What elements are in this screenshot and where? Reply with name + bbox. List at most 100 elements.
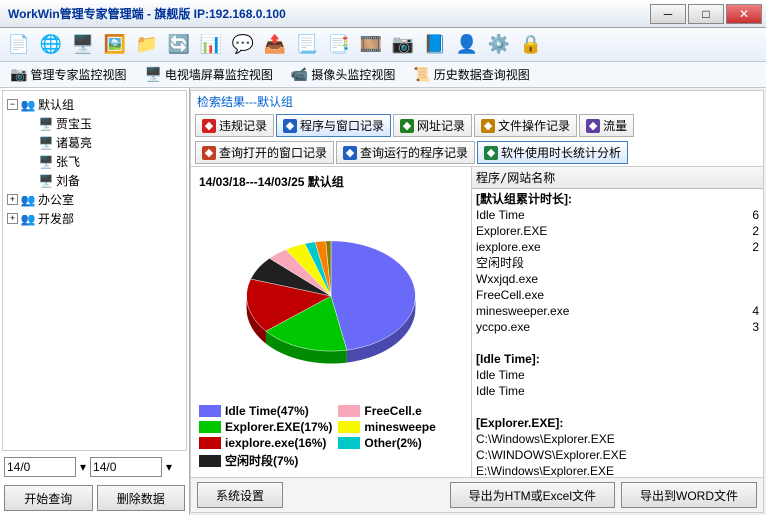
legend-row: minesweepe — [338, 420, 463, 434]
tab-label: 文件操作记录 — [498, 117, 570, 134]
toolbar-icon-1[interactable]: 📄 — [6, 32, 32, 58]
toolbar-icon-screens[interactable]: 🖼️ — [102, 32, 128, 58]
node-icon: 🖥️ — [38, 136, 54, 150]
toolbar-icon-chart[interactable]: 📊 — [198, 32, 224, 58]
tree-node[interactable]: 🖥️诸葛亮 — [5, 133, 184, 152]
tab-label: 流量 — [603, 117, 627, 134]
close-button[interactable]: ✕ — [726, 4, 762, 24]
tab-查询运行的程序记录[interactable]: ◆查询运行的程序记录 — [336, 141, 475, 164]
list-item[interactable]: Idle Time — [476, 367, 759, 383]
viewtab-history[interactable]: 📜历史数据查询视图 — [409, 64, 533, 85]
toolbar-icon-globe[interactable]: 🌐 — [38, 32, 64, 58]
legend-row: Other(2%) — [338, 436, 463, 450]
toolbar-icon-send[interactable]: 📤 — [262, 32, 288, 58]
node-label: 贾宝玉 — [56, 115, 92, 132]
node-label: 默认组 — [38, 96, 74, 113]
list-item[interactable]: 空闲时段 — [476, 255, 759, 271]
tree-node[interactable]: 🖥️刘备 — [5, 171, 184, 190]
tab-软件使用时长统计分析[interactable]: ◆软件使用时长统计分析 — [477, 141, 628, 164]
list-header: 程序/网站名称 — [472, 167, 763, 189]
tree-node[interactable]: 🖥️张飞 — [5, 152, 184, 171]
delete-data-button[interactable]: 删除数据 — [97, 485, 186, 511]
list-item[interactable]: minesweeper.exe4 — [476, 303, 759, 319]
expand-icon[interactable]: − — [7, 99, 18, 110]
toolbar-icon-book[interactable]: 📘 — [422, 32, 448, 58]
export-word-button[interactable]: 导出到WORD文件 — [621, 482, 757, 508]
toolbar-icon-folder[interactable]: 📁 — [134, 32, 160, 58]
tab-查询打开的窗口记录[interactable]: ◆查询打开的窗口记录 — [195, 141, 334, 164]
start-query-button[interactable]: 开始查询 — [4, 485, 93, 511]
toolbar-icon-msg[interactable]: 💬 — [230, 32, 256, 58]
toolbar-icon-film[interactable]: 🎞️ — [358, 32, 384, 58]
toolbar-icon-camera[interactable]: 📷 — [390, 32, 416, 58]
screens-icon: 🖥️ — [144, 66, 161, 83]
node-label: 办公室 — [38, 191, 74, 208]
tree-node[interactable]: +👥办公室 — [5, 190, 184, 209]
tab-icon: ◆ — [400, 119, 414, 133]
list-body[interactable]: [默认组累计时长]:Idle Time6Explorer.EXE2iexplor… — [472, 189, 763, 477]
list-item[interactable]: Wxxjqd.exe — [476, 271, 759, 287]
search-result-label: 检索结果---默认组 — [191, 91, 763, 112]
tab-icon: ◆ — [283, 119, 297, 133]
node-icon: 👥 — [20, 193, 36, 207]
tree-node[interactable]: +👥开发部 — [5, 209, 184, 228]
tab-网址记录[interactable]: ◆网址记录 — [393, 114, 472, 137]
tab-icon: ◆ — [202, 119, 216, 133]
tab-程序与窗口记录[interactable]: ◆程序与窗口记录 — [276, 114, 391, 137]
chart-column: 14/03/18---14/03/25 默认组 Idle Time(47%)Fr… — [191, 167, 471, 477]
toolbar-icon-gear[interactable]: ⚙️ — [486, 32, 512, 58]
list-item[interactable]: Explorer.EXE2 — [476, 223, 759, 239]
list-item[interactable]: FreeCell.exe — [476, 287, 759, 303]
tab-label: 查询运行的程序记录 — [360, 144, 468, 161]
node-label: 开发部 — [38, 210, 74, 227]
system-settings-button[interactable]: 系统设置 — [197, 482, 283, 508]
viewtab-monitor[interactable]: 📷管理专家监控视图 — [6, 64, 130, 85]
tab-icon: ◆ — [586, 119, 600, 133]
legend-label: Other(2%) — [364, 436, 421, 450]
client-tree[interactable]: −👥默认组🖥️贾宝玉🖥️诸葛亮🖥️张飞🖥️刘备+👥办公室+👥开发部 — [2, 90, 187, 451]
list-item[interactable]: iexplore.exe2 — [476, 239, 759, 255]
list-item[interactable]: yccpo.exe3 — [476, 319, 759, 335]
legend-row: iexplore.exe(16%) — [199, 436, 332, 450]
viewtab-tvwall[interactable]: 🖥️电视墙屏幕监控视图 — [140, 64, 276, 85]
maximize-button[interactable]: □ — [688, 4, 724, 24]
node-icon: 🖥️ — [38, 174, 54, 188]
expand-icon[interactable]: + — [7, 213, 18, 224]
date-range: ▾ ▾ — [0, 453, 189, 481]
tab-流量[interactable]: ◆流量 — [579, 114, 634, 137]
export-html-button[interactable]: 导出为HTM或Excel文件 — [450, 482, 615, 508]
list-item[interactable]: Idle Time6 — [476, 207, 759, 223]
list-item[interactable]: E:\Windows\Explorer.EXE — [476, 463, 759, 477]
bottom-bar: 系统设置 导出为HTM或Excel文件 导出到WORD文件 — [191, 477, 763, 512]
date-to-input[interactable] — [90, 457, 162, 477]
tab-文件操作记录[interactable]: ◆文件操作记录 — [474, 114, 577, 137]
list-item[interactable]: C:\Windows\Explorer.EXE — [476, 431, 759, 447]
list-item[interactable]: C:\WINDOWS\Explorer.EXE — [476, 447, 759, 463]
toolbar-icon-refresh[interactable]: 🔄 — [166, 32, 192, 58]
tab-icon: ◆ — [202, 146, 216, 160]
toolbar-icon-doc[interactable]: 📃 — [294, 32, 320, 58]
date-from-input[interactable] — [4, 457, 76, 477]
tree-node[interactable]: 🖥️贾宝玉 — [5, 114, 184, 133]
expand-icon[interactable]: + — [7, 194, 18, 205]
minimize-button[interactable]: ─ — [650, 4, 686, 24]
toolbar-icon-user[interactable]: 👤 — [454, 32, 480, 58]
legend-swatch — [199, 455, 221, 467]
tab-label: 违规记录 — [219, 117, 267, 134]
list-item[interactable]: Idle Time — [476, 383, 759, 399]
left-pane: −👥默认组🖥️贾宝玉🖥️诸葛亮🖥️张飞🖥️刘备+👥办公室+👥开发部 ▾ ▾ 开始… — [0, 88, 190, 515]
legend-swatch — [199, 437, 221, 449]
toolbar-icon-monitor[interactable]: 🖥️ — [70, 32, 96, 58]
tree-node[interactable]: −👥默认组 — [5, 95, 184, 114]
toolbar-icon-copy[interactable]: 📑 — [326, 32, 352, 58]
chart-legend: Idle Time(47%)FreeCell.eExplorer.EXE(17%… — [199, 400, 463, 473]
tab-icon: ◆ — [343, 146, 357, 160]
toolbar-icon-lock[interactable]: 🔒 — [518, 32, 544, 58]
legend-swatch — [199, 421, 221, 433]
tab-违规记录[interactable]: ◆违规记录 — [195, 114, 274, 137]
viewtab-camera[interactable]: 📹摄像头监控视图 — [287, 64, 399, 85]
node-icon: 👥 — [20, 98, 36, 112]
node-label: 刘备 — [56, 172, 80, 189]
record-subtabs: ◆查询打开的窗口记录◆查询运行的程序记录◆软件使用时长统计分析 — [191, 139, 763, 167]
legend-label: iexplore.exe(16%) — [225, 436, 326, 450]
